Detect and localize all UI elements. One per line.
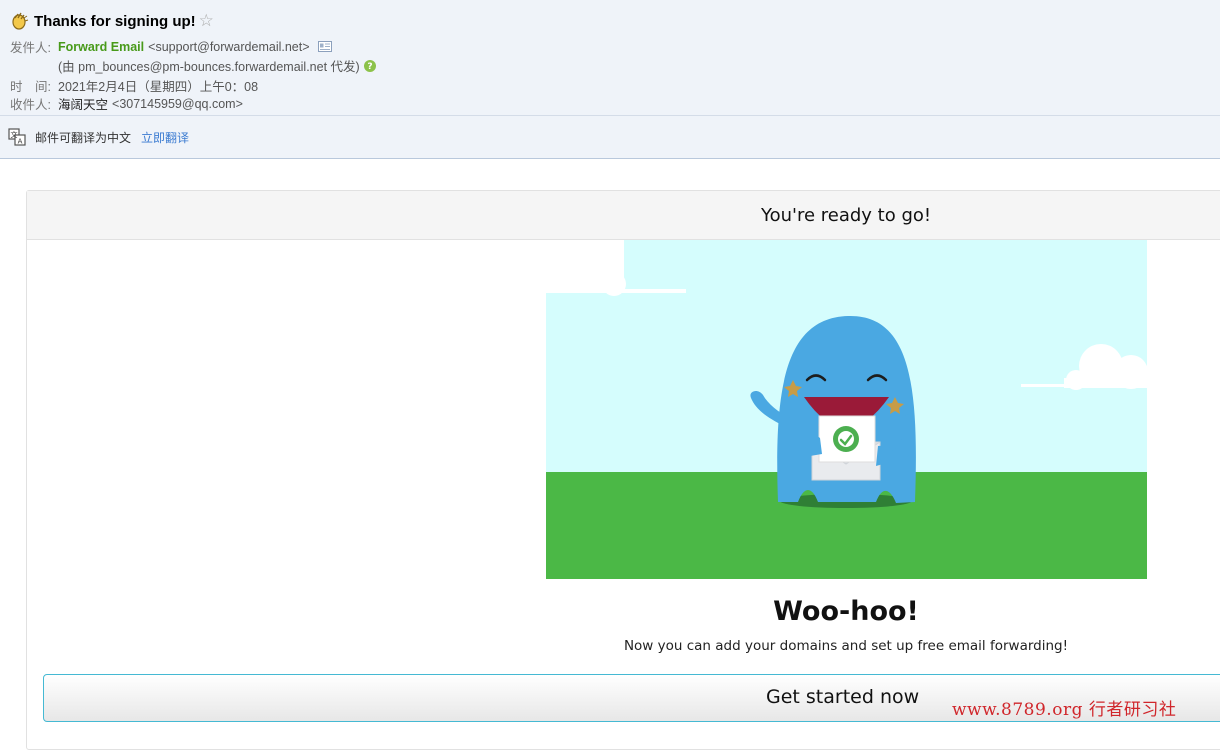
mail-header: Thanks for signing up! ☆ 发件人: Forward Em… (0, 0, 1220, 116)
svg-text:A: A (18, 138, 23, 146)
svg-text:?: ? (367, 62, 372, 72)
time-label: 时 间: (10, 80, 51, 94)
recipient-email: <307145959@qq.com> (112, 96, 243, 111)
email-title: Woo-hoo! (773, 596, 919, 627)
recipient-label: 收件人: (10, 98, 51, 112)
time-value: 2021年2月4日（星期四）上午0：08 (58, 80, 259, 94)
translate-bar: 文 A 邮件可翻译为中文 立即翻译 (0, 116, 1220, 159)
envelope-icon (811, 415, 881, 481)
translate-now-link[interactable]: 立即翻译 (141, 129, 189, 146)
time-row: 时 间: 2021年2月4日（星期四）上午0：08 (10, 76, 258, 95)
watermark-text: www.8789.org 行者研习社 (952, 700, 1177, 720)
subject-text: Thanks for signing up! (34, 12, 196, 30)
card-header-title: You're ready to go! (761, 205, 932, 226)
translate-icon: 文 A (8, 128, 26, 146)
subject-row: Thanks for signing up! ☆ (10, 9, 214, 33)
contact-card-icon[interactable] (317, 41, 332, 52)
clap-hands-icon (12, 12, 29, 30)
email-card-header: You're ready to go! (27, 191, 1220, 240)
sender-name[interactable]: Forward Email (58, 40, 144, 54)
recipient-name[interactable]: 海阔天空 (58, 94, 108, 113)
hero-illustration (546, 240, 1147, 579)
get-started-label: Get started now (766, 686, 920, 708)
help-icon[interactable]: ? (363, 59, 376, 72)
sender-row: 发件人: Forward Email <support@forwardemail… (10, 37, 332, 56)
email-card: You're ready to go! (26, 190, 1220, 750)
on-behalf-row: (由 pm_bounces@pm-bounces.forwardemail.ne… (58, 56, 376, 75)
sender-email: <support@forwardemail.net> (148, 39, 310, 54)
sender-label: 发件人: (10, 41, 51, 55)
on-behalf-text: (由 pm_bounces@pm-bounces.forwardemail.ne… (58, 60, 360, 74)
star-icon[interactable]: ☆ (199, 12, 214, 30)
recipient-row: 收件人: 海阔天空 <307145959@qq.com> (10, 94, 243, 113)
svg-text:文: 文 (11, 130, 18, 139)
email-subtitle: Now you can add your domains and set up … (623, 638, 1069, 654)
translate-prompt: 邮件可翻译为中文 (35, 130, 132, 145)
